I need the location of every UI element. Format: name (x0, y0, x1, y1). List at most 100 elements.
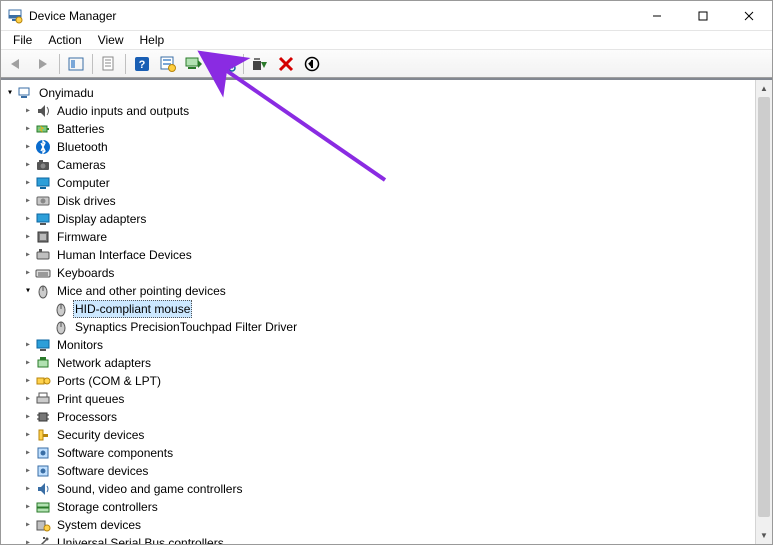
uninstall-device-button[interactable] (248, 53, 272, 75)
add-legacy-button[interactable] (300, 53, 324, 75)
collapse-chevron-icon[interactable]: ▾ (3, 84, 17, 102)
tree-item-cameras[interactable]: ▸ Cameras (21, 156, 772, 174)
expand-chevron-icon[interactable]: ▸ (21, 480, 35, 498)
update-driver-button[interactable] (182, 53, 206, 75)
expand-chevron-icon[interactable]: ▸ (21, 246, 35, 264)
tree-item-label: Sound, video and game controllers (55, 480, 244, 498)
device-tree[interactable]: ▾ Onyimadu ▸ Audio inputs and outputs ▸ … (3, 84, 772, 544)
app-icon (7, 8, 23, 24)
tree-pane: ▾ Onyimadu ▸ Audio inputs and outputs ▸ … (1, 78, 772, 544)
disable-device-button[interactable] (274, 53, 298, 75)
tree-item-label: Cameras (55, 156, 108, 174)
tree-item-printq[interactable]: ▸ Print queues (21, 390, 772, 408)
vertical-scrollbar[interactable]: ▲ ▼ (755, 80, 772, 544)
expand-chevron-icon[interactable]: ▸ (21, 102, 35, 120)
scan-hardware-button[interactable] (215, 53, 239, 75)
menu-file[interactable]: File (5, 32, 40, 48)
tree-item-label: Keyboards (55, 264, 116, 282)
help-button[interactable]: ? (130, 53, 154, 75)
expand-chevron-icon[interactable]: ▸ (21, 174, 35, 192)
keyboards-icon (35, 265, 51, 281)
tree-item-label: Mice and other pointing devices (55, 282, 228, 300)
tree-item-bluetooth[interactable]: ▸ Bluetooth (21, 138, 772, 156)
tree-item-disk[interactable]: ▸ Disk drives (21, 192, 772, 210)
menu-view[interactable]: View (90, 32, 132, 48)
expand-chevron-icon[interactable]: ▸ (21, 390, 35, 408)
expand-chevron-icon[interactable]: ▸ (21, 516, 35, 534)
maximize-button[interactable] (680, 1, 726, 30)
expand-chevron-icon[interactable]: ▸ (21, 192, 35, 210)
close-button[interactable] (726, 1, 772, 30)
tree-item-synaptics[interactable]: · Synaptics PrecisionTouchpad Filter Dri… (39, 318, 772, 336)
forward-button[interactable] (31, 53, 55, 75)
properties-button[interactable] (97, 53, 121, 75)
expand-chevron-icon[interactable]: ▸ (21, 264, 35, 282)
storage-icon (35, 499, 51, 515)
expand-chevron-icon[interactable]: ▸ (21, 534, 35, 544)
tree-item-keyboards[interactable]: ▸ Keyboards (21, 264, 772, 282)
scroll-up-button[interactable]: ▲ (756, 80, 772, 97)
tree-item-processors[interactable]: ▸ Processors (21, 408, 772, 426)
scroll-thumb[interactable] (758, 97, 770, 517)
tree-item-network[interactable]: ▸ Network adapters (21, 354, 772, 372)
tree-item-label: Firmware (55, 228, 109, 246)
monitors-icon (35, 337, 51, 353)
tree-item-hid-mouse[interactable]: · HID-compliant mouse (39, 300, 772, 318)
tree-item-label: Onyimadu (37, 84, 96, 102)
tree-item-mice[interactable]: ▾ Mice and other pointing devices (21, 282, 772, 300)
show-tree-button[interactable] (64, 53, 88, 75)
expand-chevron-icon[interactable]: ▸ (21, 228, 35, 246)
tree-item-audio[interactable]: ▸ Audio inputs and outputs (21, 102, 772, 120)
tree-item-label: Computer (55, 174, 112, 192)
tree-item-monitors[interactable]: ▸ Monitors (21, 336, 772, 354)
tree-item-display[interactable]: ▸ Display adapters (21, 210, 772, 228)
expand-chevron-icon[interactable]: ▸ (21, 426, 35, 444)
tree-item-storage[interactable]: ▸ Storage controllers (21, 498, 772, 516)
expand-chevron-icon[interactable]: ▸ (21, 336, 35, 354)
tree-item-batteries[interactable]: ▸ Batteries (21, 120, 772, 138)
tree-item-firmware[interactable]: ▸ Firmware (21, 228, 772, 246)
tree-item-label: Processors (55, 408, 119, 426)
tree-item-label: Software components (55, 444, 175, 462)
security-icon (35, 427, 51, 443)
expand-chevron-icon[interactable]: ▸ (21, 354, 35, 372)
expand-chevron-icon[interactable]: ▸ (21, 498, 35, 516)
menu-action[interactable]: Action (40, 32, 89, 48)
collapse-chevron-icon[interactable]: ▾ (21, 282, 35, 300)
svg-text:?: ? (139, 59, 146, 71)
expand-chevron-icon[interactable]: ▸ (21, 444, 35, 462)
tree-item-sound[interactable]: ▸ Sound, video and game controllers (21, 480, 772, 498)
expand-chevron-icon[interactable]: ▸ (21, 120, 35, 138)
expand-chevron-icon[interactable]: ▸ (21, 138, 35, 156)
tree-item-ports[interactable]: ▸ Ports (COM & LPT) (21, 372, 772, 390)
menu-help[interactable]: Help (132, 32, 173, 48)
scroll-down-button[interactable]: ▼ (756, 527, 772, 544)
bluetooth-icon (35, 139, 51, 155)
audio-icon (35, 103, 51, 119)
action-properties-button[interactable] (156, 53, 180, 75)
title-bar: Device Manager (1, 1, 772, 31)
tree-item-swdev[interactable]: ▸ Software devices (21, 462, 772, 480)
menu-bar: File Action View Help (1, 31, 772, 50)
tree-item-hid[interactable]: ▸ Human Interface Devices (21, 246, 772, 264)
tree-item-computer[interactable]: ▸ Computer (21, 174, 772, 192)
firmware-icon (35, 229, 51, 245)
tree-item-security[interactable]: ▸ Security devices (21, 426, 772, 444)
expand-chevron-icon[interactable]: ▸ (21, 372, 35, 390)
tree-item-label: Synaptics PrecisionTouchpad Filter Drive… (73, 318, 299, 336)
tree-item-usb[interactable]: ▸ Universal Serial Bus controllers (21, 534, 772, 544)
expand-chevron-icon[interactable]: ▸ (21, 156, 35, 174)
swcomp-icon (35, 445, 51, 461)
minimize-button[interactable] (634, 1, 680, 30)
tree-item-label: Human Interface Devices (55, 246, 194, 264)
expand-chevron-icon[interactable]: ▸ (21, 408, 35, 426)
expand-chevron-icon[interactable]: ▸ (21, 210, 35, 228)
back-button[interactable] (5, 53, 29, 75)
tree-item-label: Network adapters (55, 354, 153, 372)
expand-chevron-icon[interactable]: ▸ (21, 462, 35, 480)
synaptics-icon (53, 319, 69, 335)
printq-icon (35, 391, 51, 407)
tree-item-system[interactable]: ▸ System devices (21, 516, 772, 534)
tree-item-swcomp[interactable]: ▸ Software components (21, 444, 772, 462)
tree-root-item[interactable]: ▾ Onyimadu (3, 84, 772, 102)
